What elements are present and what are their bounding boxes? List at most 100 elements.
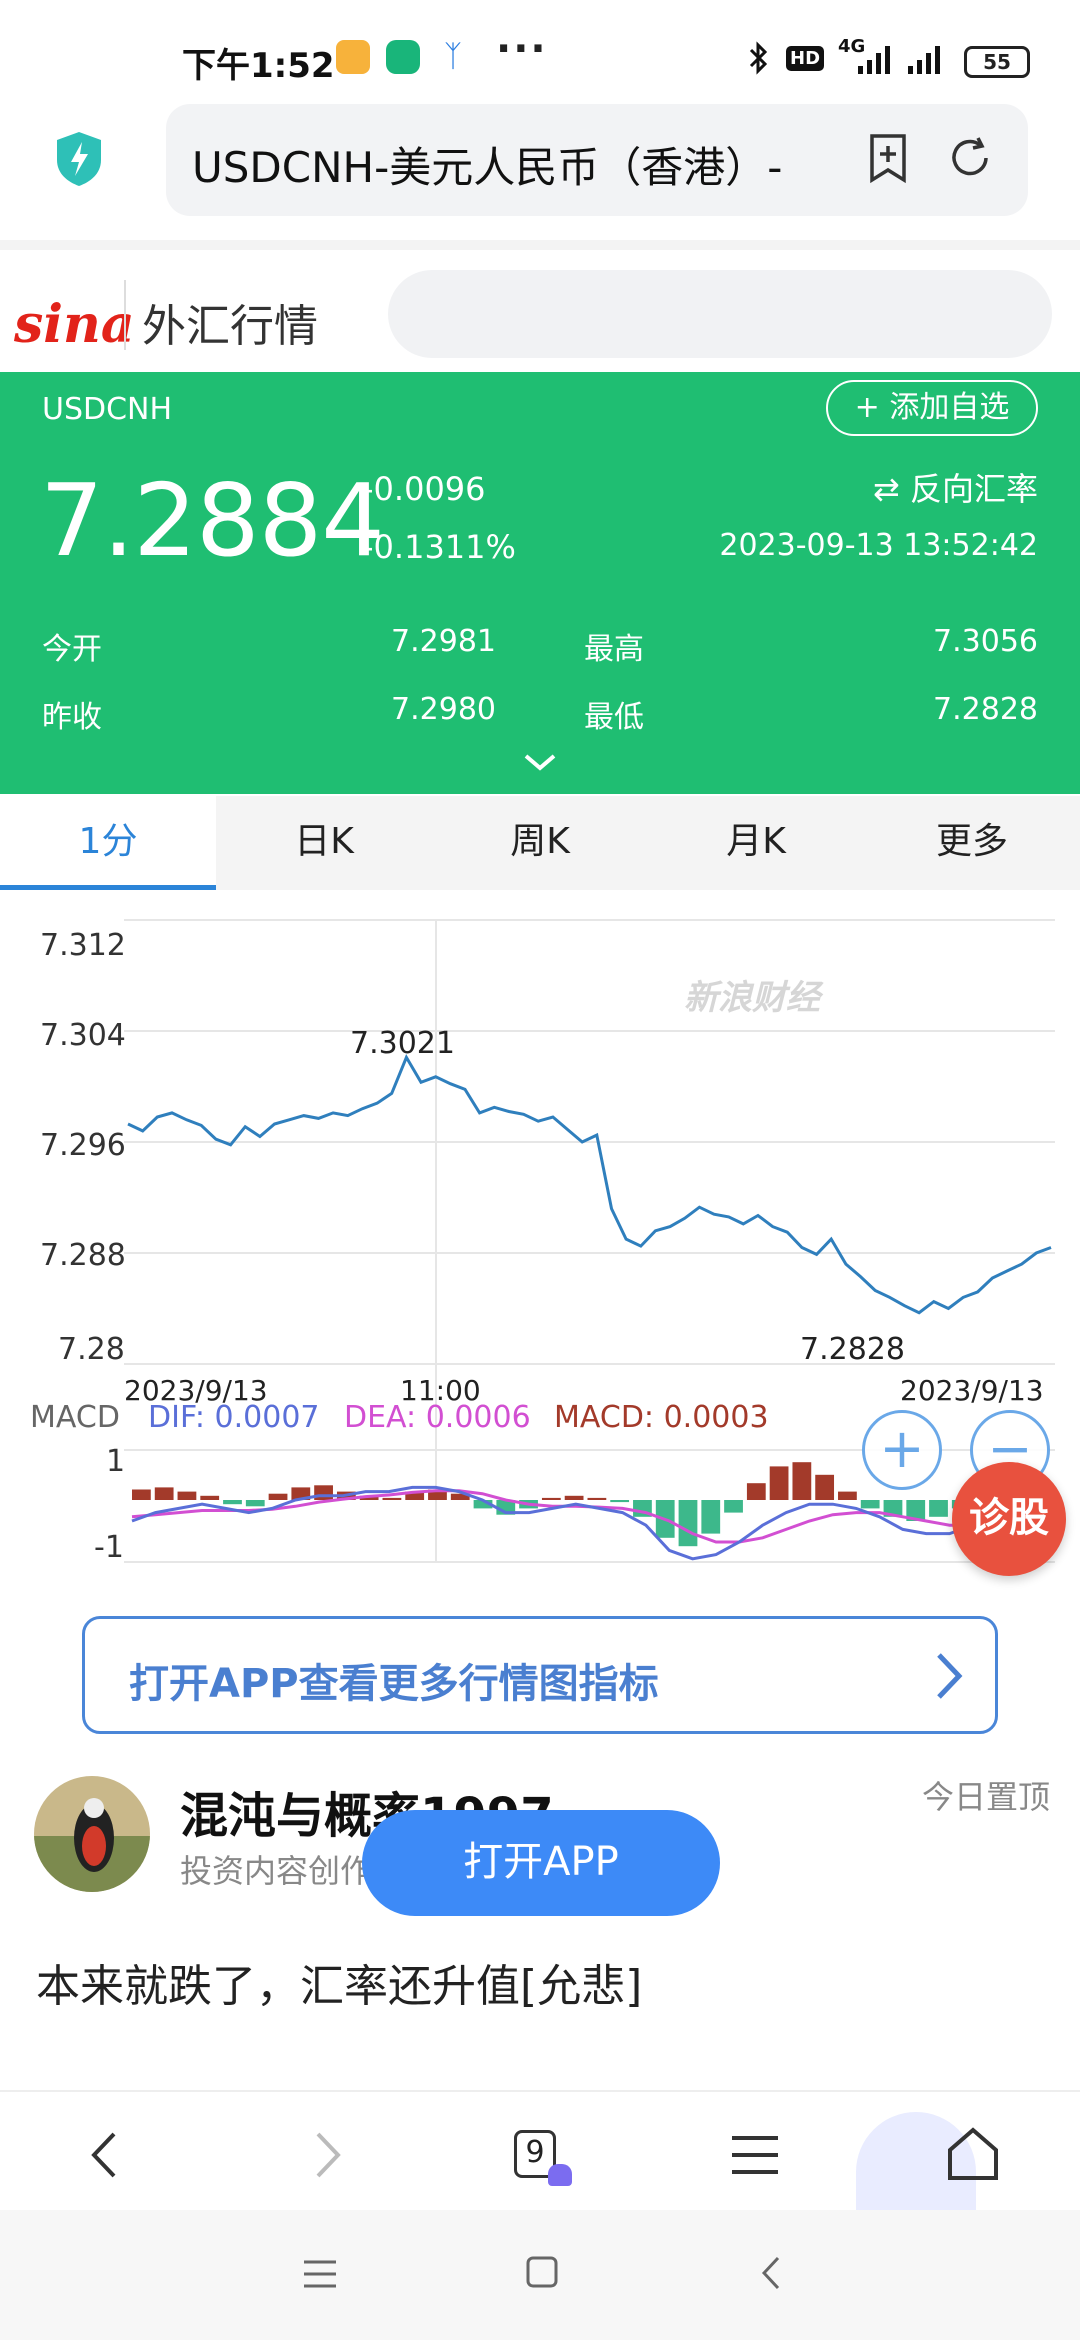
url-text[interactable]: USDCNH-美元人民币（香港）- — [192, 134, 822, 195]
open-app-banner[interactable]: 打开APP查看更多行情图指标 — [82, 1616, 998, 1734]
high-value: 7.3056 — [933, 624, 1038, 659]
macd-bar — [701, 1500, 721, 1534]
signal-2-icon — [908, 46, 940, 74]
tab-daily[interactable]: 日K — [216, 796, 432, 890]
bluetooth-icon — [749, 41, 768, 75]
macd-bar — [177, 1491, 197, 1500]
x-tick-label: 2023/9/13 — [900, 1374, 1044, 1407]
tab-more[interactable]: 更多 — [864, 796, 1080, 890]
macd-bar — [815, 1474, 835, 1500]
macd-y-top: 1 — [106, 1444, 126, 1479]
menu-icon[interactable] — [720, 2120, 790, 2190]
high-annotation: 7.3021 — [350, 1026, 455, 1061]
macd-bar — [724, 1500, 743, 1513]
macd-label: MACD — [30, 1400, 120, 1435]
y-tick-label: 7.296 — [40, 1128, 126, 1163]
bird-app-icon: ᛉ — [444, 39, 462, 74]
price-chart[interactable]: 新浪财经 7.312 7.304 7.296 7.288 7.28 2023/9… — [0, 890, 1080, 1590]
macd-bar — [929, 1500, 948, 1517]
tabs-icon[interactable]: 9 — [504, 2120, 574, 2190]
open-app-button[interactable]: 打开APP — [362, 1810, 720, 1916]
quote-panel: USDCNH + 添加自选 7.2884 -0.0096 -0.1311% ⇄ … — [0, 372, 1080, 794]
header-divider — [124, 280, 126, 350]
quote-change: -0.0096 — [362, 470, 486, 508]
site-header: sina 外汇行情 — [0, 240, 1080, 370]
low-value: 7.2828 — [933, 692, 1038, 727]
more-notifications-icon: ··· — [496, 26, 548, 72]
status-bar: 下午1:52 ᛉ ··· HD 4G 55 — [0, 0, 1080, 100]
quote-price: 7.2884 — [40, 462, 385, 579]
macd-bar — [564, 1495, 584, 1500]
tab-weekly[interactable]: 周K — [432, 796, 648, 890]
back-system-icon[interactable] — [756, 2254, 786, 2292]
dea-label: DEA: 0.0006 — [344, 1400, 531, 1435]
system-nav-bar — [0, 2210, 1080, 2340]
macd-bar — [610, 1500, 630, 1503]
post-text: 本来就跌了，汇率还升值[允悲] — [36, 1961, 643, 2012]
macd-bar — [792, 1462, 812, 1500]
macd-bar — [154, 1487, 174, 1500]
sina-logo[interactable]: sina — [14, 294, 135, 355]
prev-close-value: 7.2980 — [391, 692, 496, 727]
tab-1min[interactable]: 1分 — [0, 796, 216, 890]
y-tick-label: 7.304 — [40, 1018, 126, 1053]
low-label: 最低 — [584, 700, 644, 735]
reverse-rate-button[interactable]: ⇄ 反向汇率 — [873, 464, 1038, 510]
refresh-icon[interactable] — [946, 134, 994, 182]
dif-label: DIF: 0.0007 — [148, 1400, 320, 1435]
browser-bottom-nav: 9 — [0, 2090, 1080, 2212]
battery-indicator: 55 — [964, 46, 1030, 78]
home-system-icon[interactable] — [524, 2254, 560, 2290]
user-avatar[interactable] — [34, 1776, 150, 1892]
bookmark-add-icon[interactable] — [866, 132, 910, 184]
macd-bar — [314, 1485, 333, 1500]
macd-bar — [587, 1497, 607, 1500]
y-tick-label: 7.312 — [40, 928, 126, 963]
macd-bar — [382, 1497, 402, 1500]
macd-bar — [838, 1491, 857, 1500]
macd-bar — [132, 1489, 151, 1500]
macd-value-label: MACD: 0.0003 — [554, 1400, 769, 1435]
address-bar[interactable]: USDCNH-美元人民币（香港）- — [166, 104, 1028, 216]
forward-icon[interactable] — [290, 2120, 360, 2190]
macd-bar — [200, 1495, 220, 1500]
macd-bar — [541, 1497, 561, 1500]
chevron-right-icon — [937, 1653, 963, 1699]
section-title: 外汇行情 — [142, 301, 318, 352]
macd-y-bottom: -1 — [94, 1530, 124, 1565]
security-app-icon — [386, 40, 420, 74]
recents-icon[interactable] — [300, 2256, 340, 2292]
back-icon[interactable] — [72, 2120, 142, 2190]
diagnose-stock-button[interactable]: 诊股 — [952, 1462, 1066, 1576]
hd-badge: HD — [786, 46, 825, 71]
notification-app-icon — [336, 40, 370, 74]
macd-bar — [223, 1500, 242, 1505]
site-search-box[interactable] — [388, 270, 1052, 358]
tab-monthly[interactable]: 月K — [648, 796, 864, 890]
add-watchlist-button[interactable]: + 添加自选 — [826, 380, 1038, 436]
chart-period-tabs: 1分 日K 周K 月K 更多 — [0, 796, 1080, 890]
security-shield-icon[interactable] — [54, 130, 104, 188]
macd-bar — [268, 1493, 288, 1500]
open-app-banner-text[interactable]: 打开APP查看更多行情图指标 — [129, 1651, 659, 1709]
open-label: 今开 — [42, 632, 102, 667]
quote-timestamp: 2023-09-13 13:52:42 — [719, 528, 1038, 563]
high-label: 最高 — [584, 632, 644, 667]
macd-bar — [678, 1500, 698, 1547]
home-icon[interactable] — [938, 2120, 1008, 2190]
y-tick-label: 7.288 — [40, 1238, 126, 1273]
chevron-down-icon[interactable] — [522, 750, 558, 774]
quote-change-pct: -0.1311% — [362, 528, 516, 566]
zoom-in-button[interactable]: + — [862, 1410, 942, 1490]
avatar-image — [34, 1776, 150, 1892]
status-time: 下午1:52 — [182, 46, 335, 86]
chart-watermark: 新浪财经 — [684, 978, 820, 1018]
macd-bar — [769, 1466, 789, 1500]
pinned-label: 今日置顶 — [921, 1778, 1050, 1816]
macd-bar — [746, 1483, 766, 1500]
macd-bar — [245, 1500, 265, 1507]
low-annotation: 7.2828 — [800, 1332, 905, 1367]
open-value: 7.2981 — [391, 624, 496, 659]
signal-1-icon — [858, 46, 890, 74]
macd-bar — [860, 1500, 880, 1509]
